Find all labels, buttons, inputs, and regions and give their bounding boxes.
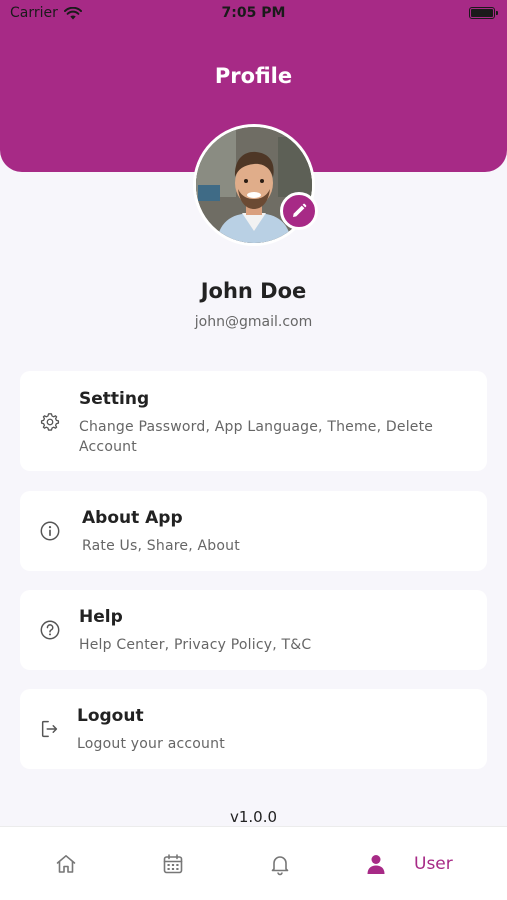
menu-item-title: About App <box>82 508 183 528</box>
menu-item-subtitle: Logout your account <box>77 736 225 752</box>
nav-user-label: User <box>414 854 453 874</box>
status-bar: Carrier 7:05 PM <box>0 0 507 28</box>
menu-item-title: Logout <box>77 706 144 726</box>
pencil-icon <box>293 203 307 217</box>
app-version: v1.0.0 <box>229 808 278 826</box>
nav-calendar[interactable] <box>161 851 185 877</box>
info-icon <box>40 521 60 541</box>
menu-item-subtitle: Help Center, Privacy Policy, T&C <box>79 637 312 653</box>
menu-item-subtitle: Rate Us, Share, About <box>82 538 240 554</box>
battery-icon <box>469 7 498 19</box>
home-icon <box>56 855 76 873</box>
gear-icon <box>40 413 60 431</box>
menu-item-logout[interactable]: Logout Logout your account <box>20 689 487 769</box>
edit-avatar-button[interactable] <box>280 192 318 230</box>
user-icon <box>367 855 385 874</box>
menu-item-title: Setting <box>79 389 150 409</box>
nav-user[interactable]: User <box>364 851 453 877</box>
page-title: Profile <box>214 64 293 88</box>
logout-icon <box>41 720 58 738</box>
menu-item-help[interactable]: Help Help Center, Privacy Policy, T&C <box>20 590 487 670</box>
bell-icon <box>271 856 289 876</box>
calendar-icon <box>163 854 183 874</box>
nav-notifications[interactable] <box>268 851 292 877</box>
user-name: John Doe <box>200 279 307 303</box>
menu-item-title: Help <box>79 607 123 627</box>
status-time: 7:05 PM <box>221 5 286 21</box>
user-email: john@gmail.com <box>194 314 313 330</box>
menu-item-about-app[interactable]: About App Rate Us, Share, About <box>20 491 487 571</box>
avatar-container <box>193 124 318 246</box>
menu-item-setting[interactable]: Setting Change Password, App Language, T… <box>20 371 487 471</box>
bottom-navigation: User <box>0 826 507 900</box>
help-icon <box>40 620 60 640</box>
nav-home[interactable] <box>54 851 78 877</box>
menu-item-subtitle: Change Password, App Language, Theme, De… <box>79 419 434 455</box>
